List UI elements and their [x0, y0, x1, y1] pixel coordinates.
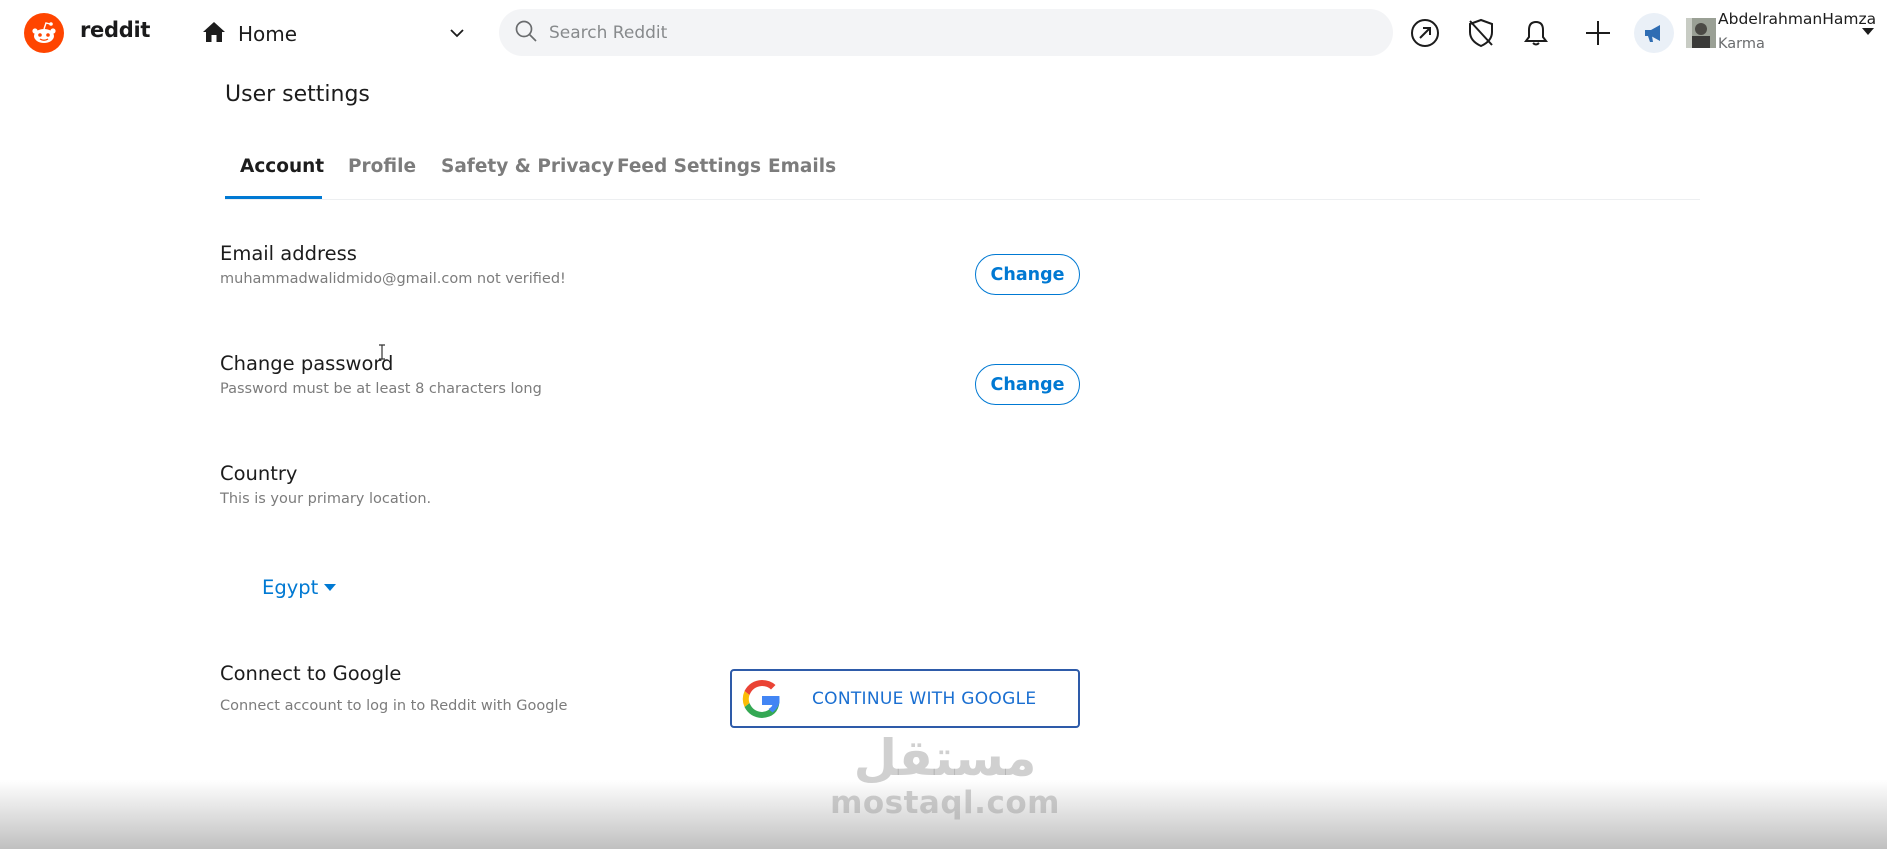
search-icon	[515, 20, 537, 46]
watermark-latin: mostaql.com	[830, 785, 1060, 821]
password-section-description: Password must be at least 8 characters l…	[220, 381, 542, 397]
search-bar	[499, 9, 1393, 56]
tab-emails[interactable]: Emails	[768, 156, 836, 195]
country-section-description: This is your primary location.	[220, 491, 432, 507]
mod-shield-icon[interactable]	[1464, 16, 1498, 50]
caret-down-icon	[1862, 28, 1874, 35]
text-cursor-icon	[378, 344, 386, 360]
settings-tabs: Account Profile Safety & Privacy Feed Se…	[225, 150, 1700, 200]
google-section-description: Connect account to log in to Reddit with…	[220, 698, 568, 714]
change-email-button[interactable]: Change	[975, 254, 1080, 295]
reddit-logo-icon[interactable]	[24, 13, 64, 53]
email-section-title: Email address	[220, 242, 357, 265]
reddit-wordmark[interactable]: reddit	[80, 18, 150, 42]
email-section-description: muhammadwalidmido@gmail.com not verified…	[220, 271, 566, 287]
create-post-plus-icon[interactable]	[1581, 16, 1615, 50]
tab-account[interactable]: Account	[240, 156, 324, 195]
continue-with-google-label: CONTINUE WITH GOOGLE	[812, 688, 1037, 709]
tab-feed-settings[interactable]: Feed Settings	[617, 156, 761, 195]
home-label: Home	[238, 22, 298, 46]
google-g-icon	[740, 677, 784, 721]
caret-down-icon	[324, 584, 337, 591]
tab-safety-privacy[interactable]: Safety & Privacy	[441, 156, 614, 195]
home-feed-dropdown[interactable]: Home	[202, 16, 472, 52]
country-selected-value: Egypt	[262, 576, 319, 599]
watermark-arabic: مستقل	[853, 729, 1037, 787]
google-section-title: Connect to Google	[220, 662, 402, 685]
top-header: reddit Home AbdelrahmanHamza Karma	[0, 0, 1887, 68]
user-menu[interactable]: AbdelrahmanHamza Karma	[1684, 10, 1884, 58]
tab-profile[interactable]: Profile	[348, 156, 416, 195]
popular-icon[interactable]	[1408, 16, 1442, 50]
continue-with-google-button[interactable]: CONTINUE WITH GOOGLE	[730, 669, 1080, 728]
password-section-title: Change password	[220, 352, 394, 375]
change-password-button[interactable]: Change	[975, 364, 1080, 405]
avatar	[1686, 18, 1716, 48]
home-icon	[202, 21, 226, 47]
mostaql-watermark: مستقل mostaql.com	[830, 730, 1060, 820]
advertise-megaphone-icon[interactable]	[1634, 13, 1674, 53]
country-section-title: Country	[220, 462, 298, 485]
bottom-shadow-overlay	[0, 780, 1887, 849]
username: AbdelrahmanHamza	[1718, 10, 1877, 28]
page-title: User settings	[225, 82, 370, 107]
search-input[interactable]	[549, 22, 1349, 43]
karma-label: Karma	[1718, 36, 1765, 52]
country-dropdown[interactable]: Egypt	[262, 576, 337, 599]
chevron-down-icon	[448, 24, 466, 46]
notifications-bell-icon[interactable]	[1519, 16, 1553, 50]
active-tab-indicator	[225, 196, 322, 199]
